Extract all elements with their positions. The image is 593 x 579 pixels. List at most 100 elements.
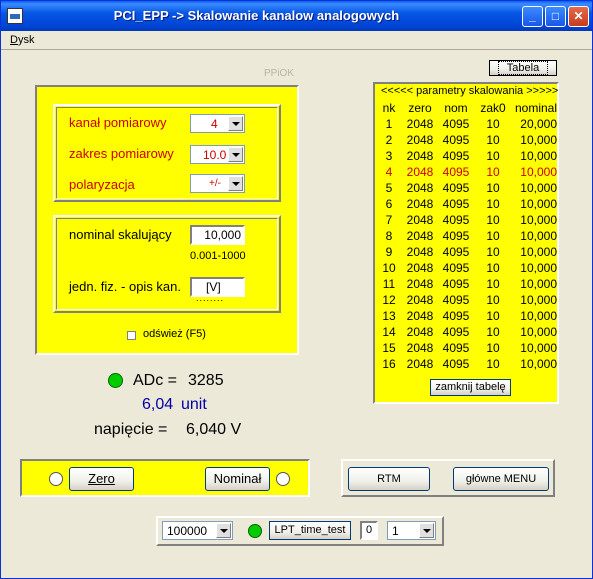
- table-cell: 4095: [442, 325, 470, 339]
- table-row[interactable]: 11 2048 4095 10 10,000: [377, 276, 557, 292]
- table-cell: 13: [382, 309, 396, 323]
- table-row[interactable]: 13 2048 4095 10 10,000: [377, 308, 557, 324]
- kanal-combo[interactable]: 4: [190, 114, 245, 133]
- table-cell: 4095: [442, 261, 470, 275]
- unit-value: 6,04: [142, 396, 174, 413]
- zakres-combo[interactable]: 10.0: [190, 145, 245, 164]
- period-value: 100000: [167, 524, 208, 538]
- chevron-down-icon[interactable]: [216, 523, 231, 538]
- table-cell: 10: [486, 245, 500, 259]
- minimize-button[interactable]: _: [522, 6, 543, 27]
- counter-value: 0: [365, 524, 373, 536]
- table-cell: 2048: [406, 261, 434, 275]
- table-cell: 2048: [406, 309, 434, 323]
- table-cell: 10,000: [520, 181, 557, 195]
- table-row[interactable]: 6 2048 4095 10 10,000: [377, 196, 557, 212]
- table-cell: 2048: [406, 181, 434, 195]
- adc-label: ADc =: [133, 372, 178, 389]
- maximize-button[interactable]: □: [545, 6, 566, 27]
- table-cell: 4095: [442, 197, 470, 211]
- table-row[interactable]: 10 2048 4095 10 10,000: [377, 260, 557, 276]
- chevron-down-icon[interactable]: [228, 176, 243, 191]
- table-row[interactable]: 2 2048 4095 10 10,000: [377, 132, 557, 148]
- table-row[interactable]: 16 2048 4095 10 10,000: [377, 356, 557, 372]
- port-combo[interactable]: 1: [387, 521, 436, 540]
- table-cell: 5: [385, 181, 393, 195]
- table-cell: 4095: [442, 149, 470, 163]
- table-row[interactable]: 1 2048 4095 10 20,000: [377, 116, 557, 132]
- table-row[interactable]: 3 2048 4095 10 10,000: [377, 148, 557, 164]
- table-cell: 11: [382, 277, 396, 291]
- zero-button[interactable]: Zero: [69, 467, 134, 491]
- nominal-button[interactable]: Nominał: [205, 467, 270, 491]
- table-cell: 4095: [442, 277, 470, 291]
- table-cell: 10: [486, 213, 500, 227]
- rtm-button[interactable]: RTM: [348, 467, 430, 491]
- table-cell: 8: [385, 229, 393, 243]
- title-bar: PCI_EPP -> Skalowanie kanalow analogowyc…: [1, 1, 592, 31]
- table-cell: 10,000: [520, 133, 557, 147]
- zero-indicator-icon: [49, 472, 63, 486]
- table-cell: 10: [486, 325, 500, 339]
- tabela-button[interactable]: Tabela: [489, 60, 557, 76]
- polaryzacja-combo[interactable]: +/-: [190, 174, 245, 193]
- table-cell: 10: [486, 133, 500, 147]
- table-header-nominal: nominal: [514, 101, 557, 115]
- close-button[interactable]: ✕: [568, 6, 589, 27]
- table-cell: 10: [486, 149, 500, 163]
- zero-button-label: Zero: [88, 471, 115, 486]
- counter-box: 0: [360, 521, 378, 540]
- table-cell: 10,000: [520, 261, 557, 275]
- table-row[interactable]: 12 2048 4095 10 10,000: [377, 292, 557, 308]
- table-cell: 12: [382, 293, 396, 307]
- zamknij-tabele-button[interactable]: zamknij tabelę: [430, 379, 511, 396]
- status-led-icon: [108, 373, 123, 388]
- lpt-time-test-button[interactable]: LPT_time_test: [269, 521, 351, 540]
- table-cell: 2048: [406, 229, 434, 243]
- chevron-down-icon[interactable]: [228, 147, 243, 162]
- table-row[interactable]: 7 2048 4095 10 10,000: [377, 212, 557, 228]
- table-cell: 2: [385, 133, 393, 147]
- ppiok-label: PPiOK: [264, 68, 295, 79]
- adc-value: 3285: [188, 372, 224, 389]
- menu-dysk[interactable]: Dysk: [10, 34, 34, 46]
- table-cell: 10: [486, 229, 500, 243]
- nominal-range: 0.001-1000: [190, 250, 246, 262]
- table-cell: 10,000: [520, 309, 557, 323]
- table-cell: 2048: [406, 245, 434, 259]
- napiecie-label: napięcie =: [94, 421, 168, 438]
- glowne-menu-button-label: główne MENU: [465, 473, 537, 485]
- table-cell: 7: [385, 213, 393, 227]
- nominal-button-label: Nominał: [213, 471, 262, 486]
- table-cell: 14: [382, 325, 396, 339]
- chevron-down-icon[interactable]: [228, 116, 243, 131]
- table-row[interactable]: 9 2048 4095 10 10,000: [377, 244, 557, 260]
- table-row[interactable]: 8 2048 4095 10 10,000: [377, 228, 557, 244]
- table-cell: 4095: [442, 341, 470, 355]
- table-cell: 20,000: [520, 117, 557, 131]
- nominal-input[interactable]: 10,000: [190, 225, 245, 245]
- polaryzacja-value: +/-: [209, 178, 221, 189]
- odswiez-checkbox[interactable]: [127, 331, 136, 340]
- table-cell: 10: [486, 293, 500, 307]
- table-row[interactable]: 15 2048 4095 10 10,000: [377, 340, 557, 356]
- table-cell: 2048: [406, 213, 434, 227]
- glowne-menu-button[interactable]: główne MENU: [453, 467, 549, 491]
- nominal-value: 10,000: [204, 228, 241, 242]
- table-header-nk: nk: [382, 101, 396, 115]
- table-cell: 10,000: [520, 341, 557, 355]
- table-cell: 4095: [442, 165, 470, 179]
- table-cell: 10: [486, 261, 500, 275]
- period-combo[interactable]: 100000: [162, 521, 233, 540]
- menu-separator: [1, 49, 592, 50]
- table-cell: 4095: [442, 293, 470, 307]
- table-cell: 10,000: [520, 149, 557, 163]
- table-cell: 1: [385, 117, 393, 131]
- chevron-down-icon[interactable]: [419, 523, 434, 538]
- table-cell: 9: [385, 245, 393, 259]
- table-row[interactable]: 5 2048 4095 10 10,000: [377, 180, 557, 196]
- table-header-zero: zero: [408, 101, 432, 115]
- table-cell: 3: [385, 149, 393, 163]
- table-row[interactable]: 14 2048 4095 10 10,000: [377, 324, 557, 340]
- table-row[interactable]: 4 2048 4095 10 10,000: [377, 164, 557, 180]
